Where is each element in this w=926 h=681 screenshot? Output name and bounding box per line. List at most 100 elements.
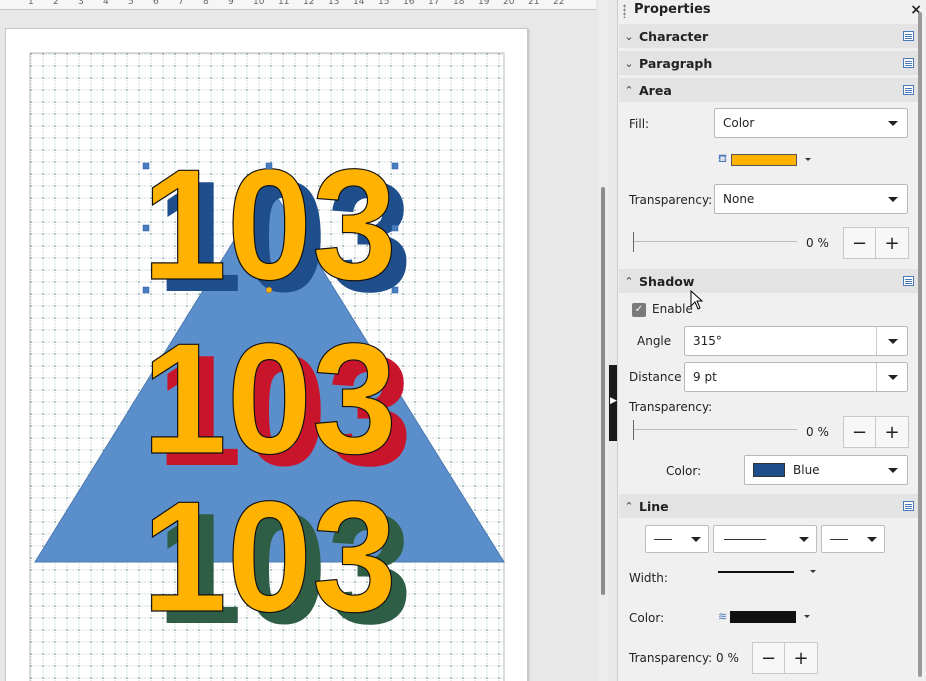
ruler-tick-label: 13 bbox=[328, 0, 340, 7]
handle-top-right bbox=[391, 162, 399, 170]
section-shadow-header[interactable]: ⌃ Shadow bbox=[619, 269, 918, 293]
sidebar-collapse-handle[interactable]: ▶ bbox=[609, 365, 617, 441]
ruler-tick-label: 12 bbox=[303, 0, 315, 7]
slider-handle[interactable] bbox=[633, 420, 634, 440]
ruler-tick-label: 15 bbox=[378, 0, 390, 7]
chevron-down-icon bbox=[888, 339, 898, 344]
collapse-arrow-icon: ▶ bbox=[610, 396, 617, 406]
shadow-transparency-label: Transparency: bbox=[629, 400, 713, 414]
line-transparency-stepper[interactable]: − + bbox=[752, 642, 818, 674]
more-options-icon[interactable] bbox=[903, 501, 914, 511]
fill-type-dropdown[interactable]: Color bbox=[714, 108, 908, 138]
shadow-angle-value: 315° bbox=[693, 334, 722, 348]
sidebar-scrollbar[interactable] bbox=[916, 0, 924, 681]
canvas-vertical-scrollbar[interactable] bbox=[598, 0, 608, 681]
app-window: 1 2 3 4 5 6 7 8 9 10 11 12 13 14 15 16 17 18 19 20 21 22 bbox=[0, 0, 926, 681]
chevron-down-icon bbox=[888, 375, 898, 380]
chevron-down-icon bbox=[804, 615, 811, 618]
drawing-canvas[interactable]: 103 103 103 103 103 103 bbox=[0, 11, 596, 681]
chevron-down-icon bbox=[888, 197, 898, 202]
shadow-angle-label: Angle bbox=[637, 334, 672, 348]
more-options-icon[interactable] bbox=[903, 276, 914, 286]
line-color-button[interactable]: ≋ bbox=[718, 610, 811, 623]
slider-handle[interactable] bbox=[633, 232, 634, 252]
chevron-down-icon bbox=[799, 537, 809, 542]
fontwork-103-bottom[interactable]: 103 103 bbox=[141, 468, 412, 657]
page[interactable]: 103 103 103 103 103 103 bbox=[5, 28, 528, 681]
shadow-color-value: Blue bbox=[793, 463, 820, 477]
line-style-dropdown[interactable] bbox=[713, 525, 817, 553]
shadow-distance-combobox[interactable]: 9 pt bbox=[684, 362, 908, 392]
handle-bottom-right bbox=[391, 286, 399, 294]
shadow-distance-label: Distance bbox=[629, 370, 682, 384]
horizontal-ruler[interactable]: 1 2 3 4 5 6 7 8 9 10 11 12 13 14 15 16 17 18 19 20 21 22 bbox=[0, 0, 596, 10]
section-area-header[interactable]: ⌃ Area bbox=[619, 78, 918, 102]
handle-bottom-left bbox=[142, 286, 150, 294]
chevron-up-icon: ⌃ bbox=[624, 499, 634, 513]
chevron-down-icon: ⌄ bbox=[624, 29, 634, 43]
ruler-tick-label: 21 bbox=[528, 0, 540, 7]
area-transparency-slider[interactable] bbox=[633, 232, 797, 252]
shadow-transparency-percent: 0 % bbox=[806, 425, 829, 439]
line-color-label: Color: bbox=[629, 611, 665, 625]
ruler-tick-label: 1 bbox=[28, 0, 34, 7]
chevron-down-icon bbox=[805, 158, 811, 161]
handle-top-left bbox=[142, 162, 150, 170]
arrow-end-style-dropdown[interactable] bbox=[821, 525, 885, 553]
handle-bottom-center bbox=[265, 286, 273, 294]
chevron-down-icon bbox=[810, 570, 816, 573]
decrease-button[interactable]: − bbox=[844, 228, 876, 258]
drag-grip-icon[interactable] bbox=[623, 4, 626, 18]
area-transparency-value: None bbox=[723, 192, 755, 206]
fill-color-button[interactable]: ⛾ bbox=[718, 152, 811, 167]
section-line-header[interactable]: ⌃ Line bbox=[619, 494, 918, 518]
shadow-transparency-slider[interactable] bbox=[633, 420, 797, 440]
chevron-down-icon bbox=[867, 537, 877, 542]
area-transparency-stepper[interactable]: − + bbox=[843, 227, 909, 259]
ruler-tick-label: 4 bbox=[103, 0, 109, 7]
shadow-distance-value: 9 pt bbox=[693, 370, 717, 384]
ruler-tick-label: 18 bbox=[453, 0, 465, 7]
increase-button[interactable]: + bbox=[785, 643, 817, 673]
fill-type-value: Color bbox=[723, 116, 755, 130]
shadow-enable-checkbox[interactable]: ✓ bbox=[632, 303, 646, 317]
ruler-tick-label: 19 bbox=[478, 0, 490, 7]
handle-top-center bbox=[265, 162, 273, 170]
decrease-button[interactable]: − bbox=[844, 417, 876, 447]
chevron-down-icon bbox=[691, 537, 701, 542]
increase-button[interactable]: + bbox=[876, 228, 908, 258]
sidebar-title: Properties bbox=[634, 2, 711, 17]
chevron-down-icon bbox=[888, 121, 898, 126]
ruler-tick-label: 5 bbox=[128, 0, 134, 7]
scrollbar-thumb[interactable] bbox=[601, 187, 605, 595]
properties-sidebar: Properties × ⌄ Character ⌄ Paragraph ⌃ A… bbox=[617, 0, 926, 681]
shadow-transparency-stepper[interactable]: − + bbox=[843, 416, 909, 448]
scrollbar-thumb[interactable] bbox=[918, 12, 922, 677]
line-width-label: Width: bbox=[629, 571, 668, 585]
ruler-tick-label: 2 bbox=[53, 0, 59, 7]
section-paragraph-header[interactable]: ⌄ Paragraph bbox=[619, 51, 918, 75]
section-character-header[interactable]: ⌄ Character bbox=[619, 24, 918, 48]
area-transparency-dropdown[interactable]: None bbox=[714, 184, 908, 214]
fontwork-text-middle: 103 bbox=[142, 311, 397, 487]
fontwork-103-top[interactable]: 103 103 bbox=[141, 136, 412, 325]
ruler-tick-label: 20 bbox=[503, 0, 515, 7]
increase-button[interactable]: + bbox=[876, 417, 908, 447]
more-options-icon[interactable] bbox=[903, 58, 914, 68]
more-options-icon[interactable] bbox=[903, 85, 914, 95]
ruler-tick-label: 6 bbox=[153, 0, 159, 7]
decrease-button[interactable]: − bbox=[753, 643, 785, 673]
paint-bucket-icon: ⛾ bbox=[718, 152, 727, 165]
more-options-icon[interactable] bbox=[903, 31, 914, 41]
line-width-preview bbox=[718, 570, 794, 573]
arrow-start-style-dropdown[interactable] bbox=[645, 525, 709, 553]
area-transparency-label: Transparency: bbox=[629, 193, 713, 207]
chevron-up-icon: ⌃ bbox=[624, 83, 634, 97]
line-width-button[interactable] bbox=[718, 570, 816, 573]
shadow-color-dropdown[interactable]: Blue bbox=[744, 455, 908, 485]
ruler-tick-label: 16 bbox=[403, 0, 415, 7]
shadow-angle-combobox[interactable]: 315° bbox=[684, 326, 908, 356]
line-color-icon: ≋ bbox=[718, 610, 728, 623]
section-title: Character bbox=[639, 28, 709, 44]
shadow-enable-label: Enable bbox=[652, 302, 693, 316]
